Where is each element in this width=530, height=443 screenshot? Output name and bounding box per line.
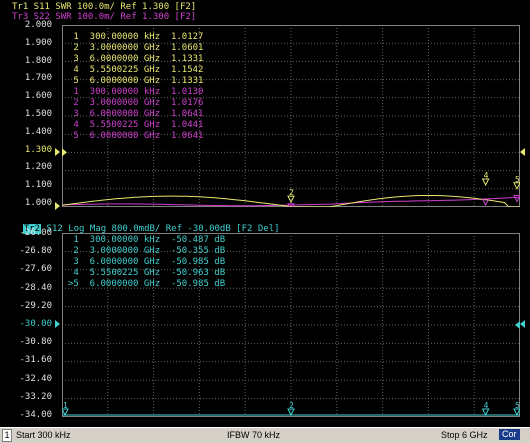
marker-row: 3 6.0000000 GHz 1.0641 (68, 109, 204, 119)
svg-text:2: 2 (289, 188, 294, 197)
tr2-marker-table: 1 300.00000 kHz -50.487 dB 2 3.0000000 G… (68, 235, 225, 290)
trace2-header[interactable]: Tr2 S12 Log Mag 800.0mdB/ Ref -30.00dB [… (12, 213, 280, 235)
y-tick-label: -34.00 (19, 410, 52, 420)
y-tick-label: -32.40 (19, 373, 52, 384)
y-tick-label: 1.400 (24, 126, 52, 137)
y-tick-label: -33.20 (19, 391, 52, 402)
y-tick-label: 1.100 (24, 180, 52, 191)
ifbw-value[interactable]: IFBW 70 kHz (227, 430, 280, 440)
tr1-marker-table: 1 300.00000 kHz 1.0127 2 3.0000000 GHz 1… (68, 32, 203, 87)
marker-row: 3 6.0000000 GHz -50.985 dB (68, 257, 226, 267)
marker-row: 2 3.0000000 GHz 1.0176 (68, 98, 204, 108)
trace1-header[interactable]: Tr1 S11 SWR 100.0m/ Ref 1.300 [F2] (12, 2, 196, 12)
marker-row: 1 300.00000 kHz 1.0130 (68, 87, 204, 97)
svg-text:5: 5 (515, 175, 520, 184)
bottom-plot-area[interactable]: 1 2 4 5 1 300.00000 kHz -50.487 dB 2 3.0000… (62, 233, 520, 417)
top-plot-area[interactable]: 2 4 5 1 300.00000 kHz 1.0127 2 3.0000000 G… (62, 25, 520, 207)
marker-row: 2 3.0000000 GHz 1.0601 (68, 43, 204, 53)
marker-row: 1 300.00000 kHz 1.0127 (68, 32, 204, 42)
marker-row: 5 6.0000000 GHz 1.0641 (68, 131, 204, 141)
marker-row: 4 5.5500225 GHz 1.0441 (68, 120, 204, 130)
svg-text:5: 5 (515, 401, 520, 410)
ref-level-left-arrow[interactable] (55, 148, 60, 156)
correction-indicator[interactable]: Cor (499, 429, 520, 440)
marker-row: 5 6.0000000 GHz 1.1331 (68, 76, 204, 86)
marker-row: 3 6.0000000 GHz 1.1331 (68, 54, 204, 64)
y-tick-label: -30.00 (19, 319, 52, 329)
channel-indicator[interactable]: 1 (2, 429, 12, 442)
y-tick-label: -30.80 (19, 337, 52, 348)
y-tick-label: -31.60 (19, 355, 52, 366)
marker-row: 2 3.0000000 GHz -50.355 dB (68, 246, 226, 256)
y-tick-label: -26.80 (19, 246, 52, 257)
marker-row: 4 5.5500225 GHz -50.963 dB (68, 268, 226, 278)
marker-row: 1 300.00000 kHz -50.487 dB (68, 235, 226, 245)
ref-level-right-arrow-bottom[interactable] (520, 320, 525, 328)
y-tick-label: 1.200 (24, 162, 52, 173)
trace-baseline-arrow (55, 202, 60, 210)
svg-text:1: 1 (63, 401, 68, 410)
y-tick-label: 1.600 (24, 91, 52, 102)
status-bar: 1 Start 300 kHz IFBW 70 kHz Stop 6 GHz C… (0, 427, 530, 443)
tr3-marker-table: 1 300.00000 kHz 1.0130 2 3.0000000 GHz 1… (68, 87, 203, 142)
y-tick-label: -26.00 (19, 228, 52, 238)
y-tick-label: 1.700 (24, 73, 52, 84)
stop-frequency[interactable]: Stop 6 GHz (441, 430, 488, 440)
y-tick-label: 2.000 (24, 20, 52, 30)
svg-text:4: 4 (484, 401, 489, 410)
marker-row: >5 6.0000000 GHz -50.985 dB (68, 279, 226, 289)
ref-level-right-arrow[interactable] (520, 148, 525, 156)
start-frequency[interactable]: Start 300 kHz (16, 430, 71, 440)
svg-text:2: 2 (289, 401, 294, 410)
y-tick-label: 1.500 (24, 109, 52, 119)
y-tick-label: -29.20 (19, 300, 52, 311)
y-tick-label: -28.40 (19, 282, 52, 293)
y-tick-label: 1.300 (24, 144, 52, 155)
y-tick-label: 1.000 (24, 198, 52, 208)
y-tick-label: 1.900 (24, 37, 52, 48)
y-tick-label: 1.800 (24, 55, 52, 66)
svg-text:4: 4 (484, 171, 489, 180)
y-tick-label: -27.60 (19, 264, 52, 275)
ref-level-left-arrow-bottom[interactable] (55, 320, 60, 328)
marker-row: 4 5.5500225 GHz 1.1542 (68, 65, 204, 75)
